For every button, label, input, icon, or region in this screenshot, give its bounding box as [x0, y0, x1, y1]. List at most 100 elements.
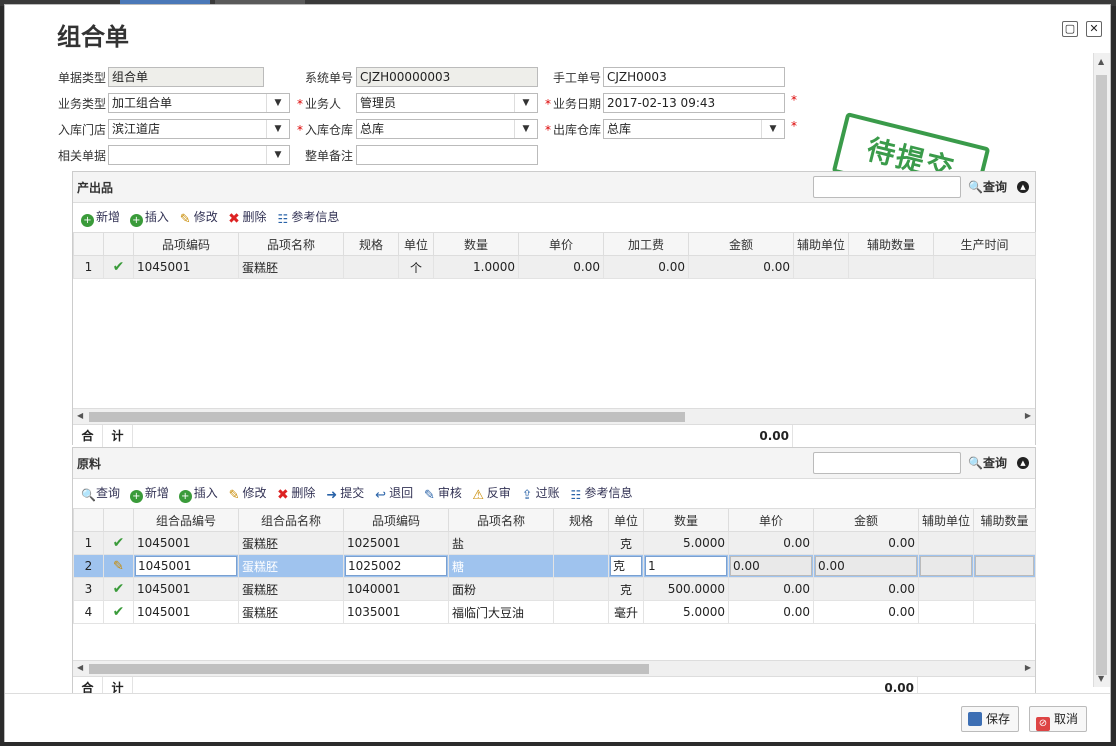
- insert-button[interactable]: + 插入: [178, 482, 218, 504]
- edit-button[interactable]: ✎ 修改: [228, 482, 267, 504]
- cell-amount[interactable]: 0.00: [813, 600, 919, 624]
- table-row-selected[interactable]: 2 ✎ 1045001 蛋糕胚 1025002 糖 克 1 0.00 0.00: [73, 554, 1036, 578]
- cell-unit[interactable]: 克: [608, 531, 644, 555]
- cell-combo-name[interactable]: 蛋糕胚: [238, 600, 344, 624]
- cell-spec[interactable]: [553, 600, 609, 624]
- cell-code[interactable]: 1025001: [343, 531, 449, 555]
- delete-button[interactable]: ✖ 删除: [276, 482, 315, 504]
- col-header[interactable]: 品项名称: [238, 232, 344, 256]
- chevron-down-icon[interactable]: ▼: [266, 146, 289, 164]
- col-header[interactable]: 数量: [643, 508, 729, 532]
- cell-combo-name[interactable]: 蛋糕胚: [238, 531, 344, 555]
- remark-field[interactable]: [356, 145, 538, 165]
- products-search-button[interactable]: 🔍查询: [968, 178, 1007, 195]
- col-header[interactable]: 金额: [688, 232, 794, 256]
- cell-price[interactable]: 0.00: [518, 255, 604, 279]
- cell-qty[interactable]: 5.0000: [643, 600, 729, 624]
- edit-button[interactable]: ✎ 修改: [179, 206, 218, 228]
- cell-combo-code[interactable]: 1045001: [133, 554, 239, 578]
- materials-hscroll[interactable]: ◀ ▶: [73, 660, 1035, 677]
- col-header[interactable]: 单价: [518, 232, 604, 256]
- collapse-icon[interactable]: ▲: [1017, 457, 1029, 469]
- cell-qty[interactable]: 5.0000: [643, 531, 729, 555]
- cell-aux-qty[interactable]: [973, 554, 1036, 578]
- col-header[interactable]: 规格: [553, 508, 609, 532]
- unit-input[interactable]: 克: [610, 556, 642, 576]
- combo-code-input[interactable]: 1045001: [135, 556, 237, 576]
- add-button[interactable]: + 新增: [81, 206, 120, 228]
- col-header[interactable]: 金额: [813, 508, 919, 532]
- col-header[interactable]: 组合品名称: [238, 508, 344, 532]
- chevron-down-icon[interactable]: ▼: [266, 94, 289, 112]
- manual-no-field[interactable]: CJZH0003: [603, 67, 785, 87]
- materials-search-button[interactable]: 🔍查询: [968, 454, 1007, 471]
- scroll-right-icon[interactable]: ▶: [1025, 663, 1031, 672]
- col-header[interactable]: 品项编码: [343, 508, 449, 532]
- col-header[interactable]: 品项编码: [133, 232, 239, 256]
- cell-aux-qty[interactable]: [973, 600, 1036, 624]
- biz-date-field[interactable]: 2017-02-13 09:43: [603, 93, 785, 113]
- submit-button[interactable]: ➜ 提交: [325, 482, 364, 504]
- cell-combo-name[interactable]: 蛋糕胚: [238, 554, 344, 578]
- products-hscroll[interactable]: ◀ ▶: [73, 408, 1035, 425]
- table-row[interactable]: 1 ✔ 1045001 蛋糕胚 1025001 盐 克 5.0000 0.00 …: [73, 531, 1036, 555]
- amount-field[interactable]: 0.00: [815, 556, 917, 576]
- table-row[interactable]: 4 ✔ 1045001 蛋糕胚 1035001 福临门大豆油 毫升 5.0000…: [73, 600, 1036, 624]
- save-button[interactable]: 保存: [961, 706, 1020, 732]
- cell-amount[interactable]: 0.00: [813, 531, 919, 555]
- cell-name[interactable]: 福临门大豆油: [448, 600, 554, 624]
- cell-combo-code[interactable]: 1045001: [133, 600, 239, 624]
- in-store-select[interactable]: 滨江道店 ▼: [108, 119, 290, 139]
- col-header[interactable]: 单位: [398, 232, 434, 256]
- cell-aux-qty[interactable]: [973, 577, 1036, 601]
- cell-combo-code[interactable]: 1045001: [133, 577, 239, 601]
- insert-button[interactable]: + 插入: [129, 206, 169, 228]
- cell-unit[interactable]: 毫升: [608, 600, 644, 624]
- cell-prod-time[interactable]: [933, 255, 1036, 279]
- cell-price[interactable]: 0.00: [728, 531, 814, 555]
- products-search-input[interactable]: [813, 176, 961, 198]
- cell-unit[interactable]: 克: [608, 577, 644, 601]
- qty-input[interactable]: 1: [645, 556, 727, 576]
- cell-price[interactable]: 0.00: [728, 577, 814, 601]
- cell-code[interactable]: 1045001: [133, 255, 239, 279]
- col-header[interactable]: 生产时间: [933, 232, 1036, 256]
- cell-unit[interactable]: 个: [398, 255, 434, 279]
- chevron-down-icon[interactable]: ▼: [761, 120, 784, 138]
- code-input[interactable]: 1025002: [345, 556, 447, 576]
- scroll-left-icon[interactable]: ◀: [77, 411, 83, 420]
- cell-name[interactable]: 面粉: [448, 577, 554, 601]
- cell-spec[interactable]: [553, 577, 609, 601]
- cell-qty[interactable]: 500.0000: [643, 577, 729, 601]
- cell-amount[interactable]: 0.00: [688, 255, 794, 279]
- cell-name[interactable]: 盐: [448, 531, 554, 555]
- cell-fee[interactable]: 0.00: [603, 255, 689, 279]
- cell-aux-qty[interactable]: [973, 531, 1036, 555]
- in-warehouse-select[interactable]: 总库 ▼: [356, 119, 538, 139]
- cell-name[interactable]: 蛋糕胚: [238, 255, 344, 279]
- cell-price[interactable]: 0.00: [728, 554, 814, 578]
- cell-aux-unit[interactable]: [918, 531, 974, 555]
- col-header[interactable]: 单价: [728, 508, 814, 532]
- scroll-left-icon[interactable]: ◀: [77, 663, 83, 672]
- col-header[interactable]: 辅助数量: [973, 508, 1036, 532]
- materials-search-input[interactable]: [813, 452, 961, 474]
- out-warehouse-select[interactable]: 总库 ▼: [603, 119, 785, 139]
- cell-qty[interactable]: 1.0000: [433, 255, 519, 279]
- cell-amount[interactable]: 0.00: [813, 577, 919, 601]
- unaudit-button[interactable]: ⚠ 反审: [472, 482, 510, 504]
- cell-aux-qty[interactable]: [848, 255, 934, 279]
- col-header[interactable]: 辅助单位: [918, 508, 974, 532]
- close-icon[interactable]: ✕: [1086, 21, 1102, 37]
- cell-code[interactable]: 1035001: [343, 600, 449, 624]
- cell-price[interactable]: 0.00: [728, 600, 814, 624]
- audit-button[interactable]: ✎ 审核: [423, 482, 462, 504]
- col-header[interactable]: 规格: [343, 232, 399, 256]
- scroll-thumb[interactable]: [89, 412, 685, 422]
- dialog-vscroll[interactable]: ▲ ▼: [1093, 53, 1110, 687]
- operator-select[interactable]: 管理员 ▼: [356, 93, 538, 113]
- cancel-button[interactable]: ⊘ 取消: [1029, 706, 1088, 732]
- cell-spec[interactable]: [553, 531, 609, 555]
- cell-name[interactable]: 糖: [448, 554, 554, 578]
- price-field[interactable]: 0.00: [730, 556, 812, 576]
